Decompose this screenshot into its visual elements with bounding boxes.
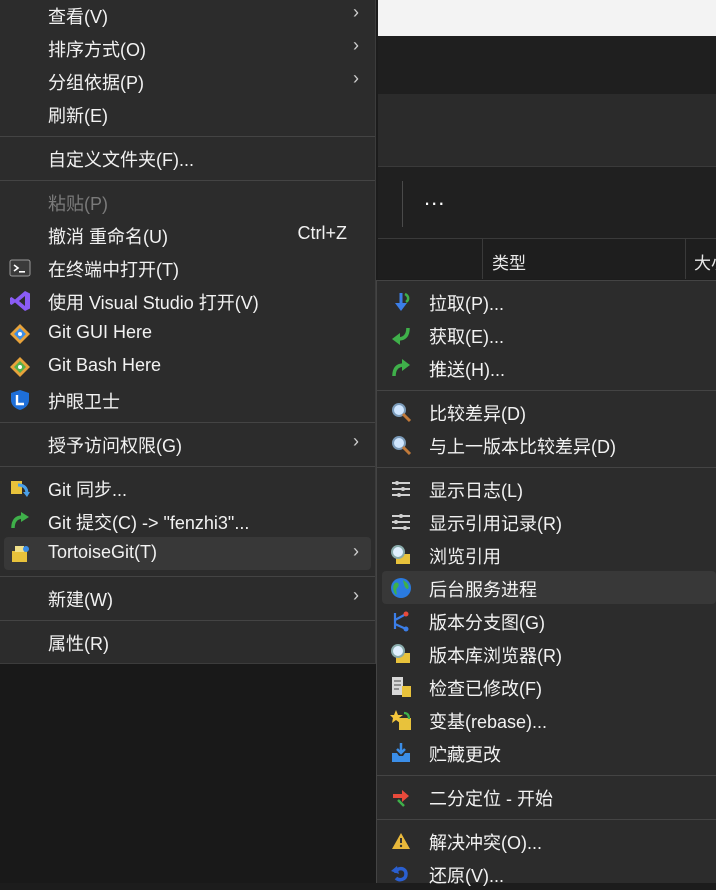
magnifier-icon — [392, 403, 412, 423]
menu-divider — [377, 390, 716, 391]
menu-item-git-commit[interactable]: Git 提交(C) -> "fenzhi3"... — [4, 504, 371, 537]
git-bash-icon — [10, 357, 30, 377]
address-bar-area — [378, 36, 716, 94]
chevron-right-icon: › — [353, 585, 359, 605]
menu-item-open-visual-studio[interactable]: 使用 Visual Studio 打开(V) — [4, 284, 371, 317]
submenu-item-revision-graph[interactable]: 版本分支图(G) — [382, 604, 716, 637]
repo-browser-icon — [391, 644, 410, 663]
check-modifications-icon — [392, 677, 411, 697]
menu-divider — [377, 775, 716, 776]
git-gui-icon — [10, 324, 30, 344]
chevron-right-icon: › — [353, 35, 359, 55]
submenu-item-pull[interactable]: 拉取(P)... — [382, 285, 716, 318]
commit-arrow-icon — [11, 512, 29, 529]
submenu-item-repo-browser[interactable]: 版本库浏览器(R) — [382, 637, 716, 670]
chevron-right-icon: › — [353, 2, 359, 22]
submenu-item-resolve-conflicts[interactable]: 解决冲突(O)... — [382, 824, 716, 857]
column-header-type[interactable]: 类型 — [492, 249, 526, 274]
menu-divider — [0, 576, 375, 577]
command-bar-area — [378, 94, 716, 166]
terminal-icon — [9, 259, 31, 277]
submenu-item-bisect-start[interactable]: 二分定位 - 开始 — [382, 780, 716, 813]
menu-item-view[interactable]: 查看(V) › — [4, 0, 371, 31]
window-titlebar — [378, 0, 716, 36]
see-more-button[interactable]: ... — [424, 185, 445, 211]
revert-icon — [391, 866, 408, 882]
menu-divider — [377, 819, 716, 820]
globe-icon — [391, 578, 411, 598]
menu-divider — [0, 620, 375, 621]
menu-item-git-bash[interactable]: Git Bash Here — [4, 350, 371, 383]
column-separator[interactable] — [482, 239, 483, 279]
submenu-item-revert[interactable]: 还原(V)... — [382, 857, 716, 890]
menu-divider — [0, 466, 375, 467]
menu-item-group[interactable]: 分组依据(P) › — [4, 64, 371, 97]
file-list-header: 类型 大小 — [378, 238, 716, 279]
menu-item-git-gui[interactable]: Git GUI Here — [4, 317, 371, 350]
revision-graph-icon — [393, 611, 409, 632]
git-sync-icon — [11, 481, 30, 497]
menu-divider — [0, 136, 375, 137]
chevron-right-icon: › — [353, 431, 359, 451]
chevron-right-icon: › — [353, 68, 359, 88]
menu-item-properties[interactable]: 属性(R) — [4, 625, 371, 658]
column-header-size[interactable]: 大小 — [694, 249, 716, 274]
context-menu: 查看(V) › 排序方式(O) › 分组依据(P) › 刷新(E) 自定义文件夹… — [0, 0, 376, 664]
submenu-item-diff[interactable]: 比较差异(D) — [382, 395, 716, 428]
magnifier-icon — [392, 436, 412, 456]
reflog-icon — [392, 514, 410, 530]
menu-divider — [377, 467, 716, 468]
push-icon — [392, 359, 410, 377]
submenu-item-check-modifications[interactable]: 检查已修改(F) — [382, 670, 716, 703]
chevron-right-icon: › — [353, 541, 359, 561]
toolbar-separator — [402, 181, 403, 227]
menu-item-open-terminal[interactable]: 在终端中打开(T) — [4, 251, 371, 284]
explorer-toolbar: ... — [378, 166, 716, 239]
submenu-item-daemon[interactable]: 后台服务进程 — [382, 571, 716, 604]
rebase-icon — [390, 710, 411, 730]
shortcut-label: Ctrl+Z — [297, 223, 348, 243]
submenu-item-reflog[interactable]: 显示引用记录(R) — [382, 505, 716, 538]
menu-item-paste: 粘贴(P) — [48, 194, 108, 214]
warning-icon — [392, 833, 410, 849]
menu-item-new[interactable]: 新建(W) › — [4, 581, 371, 614]
browse-refs-icon — [391, 545, 410, 564]
submenu-item-fetch[interactable]: 获取(E)... — [382, 318, 716, 351]
menu-divider — [0, 422, 375, 423]
menu-item-customize-folder[interactable]: 自定义文件夹(F)... — [4, 141, 371, 174]
submenu-item-show-log[interactable]: 显示日志(L) — [382, 472, 716, 505]
stash-icon — [392, 743, 410, 762]
submenu-item-rebase[interactable]: 变基(rebase)... — [382, 703, 716, 736]
menu-item-grant-access[interactable]: 授予访问权限(G) › — [4, 427, 371, 460]
menu-item-git-sync[interactable]: Git 同步... — [4, 471, 371, 504]
pull-icon — [395, 292, 410, 311]
visual-studio-icon — [10, 291, 30, 311]
explorer-empty-area — [0, 664, 376, 883]
fetch-icon — [392, 327, 410, 345]
submenu-item-browse-refs[interactable]: 浏览引用 — [382, 538, 716, 571]
menu-divider — [0, 180, 375, 181]
menu-item-tortoisegit[interactable]: TortoiseGit(T) › — [4, 537, 371, 570]
menu-item-sort[interactable]: 排序方式(O) › — [4, 31, 371, 64]
tortoisegit-icon — [12, 546, 29, 562]
shield-icon — [11, 390, 29, 410]
tortoisegit-submenu: 拉取(P)... 获取(E)... 推送(H)... 比较差异(D) 与上一版本… — [376, 280, 716, 886]
column-separator[interactable] — [685, 239, 686, 279]
menu-item-eye-guard[interactable]: 护眼卫士 — [4, 383, 371, 416]
bisect-icon — [393, 790, 409, 807]
menu-item-refresh[interactable]: 刷新(E) — [4, 97, 371, 130]
submenu-item-stash[interactable]: 贮藏更改 — [382, 736, 716, 769]
log-icon — [392, 481, 410, 497]
submenu-item-diff-prev[interactable]: 与上一版本比较差异(D) — [382, 428, 716, 461]
submenu-item-push[interactable]: 推送(H)... — [382, 351, 716, 384]
menu-item-undo-rename[interactable]: 撤消 重命名(U) Ctrl+Z — [4, 218, 371, 251]
